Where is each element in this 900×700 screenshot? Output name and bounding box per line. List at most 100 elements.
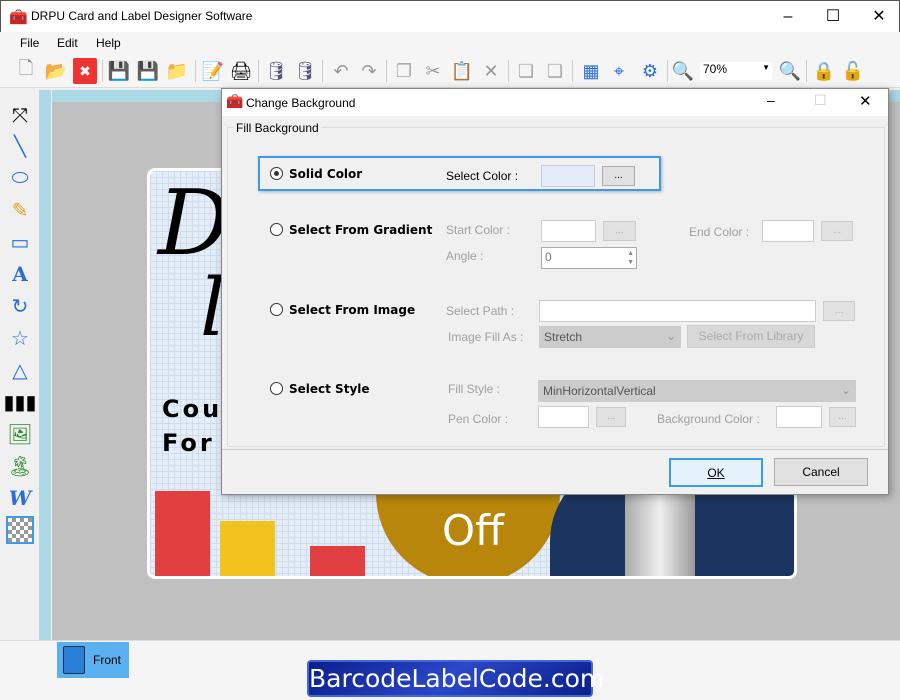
gradient-radio[interactable] bbox=[270, 223, 283, 236]
style-radio[interactable] bbox=[270, 382, 283, 395]
group-label: Fill Background bbox=[234, 121, 321, 135]
star-tool-icon[interactable]: ☆ bbox=[6, 324, 34, 352]
dialog-maximize-button: ☐ bbox=[814, 92, 827, 108]
style-label: Select Style bbox=[289, 382, 370, 396]
gradient-label: Select From Gradient bbox=[289, 223, 433, 237]
export-icon[interactable]: 📁 bbox=[165, 58, 189, 84]
fill-style-select: MinHorizontalVertical ⌄ bbox=[538, 380, 856, 402]
drawing-tools: ⤧ ╲ ⬭ ✎ ▭ A ↻ ☆ △ ▮▮▮ 🖼 🏝 W bbox=[0, 90, 38, 640]
maximize-button[interactable]: ☐ bbox=[813, 5, 853, 29]
pencil-tool-icon[interactable]: ✎ bbox=[6, 196, 34, 224]
gift-box bbox=[155, 491, 210, 576]
lock-icon[interactable]: 🔒 bbox=[812, 58, 836, 84]
start-color-swatch bbox=[541, 220, 596, 242]
close-button[interactable]: ✕ bbox=[859, 5, 899, 29]
pen-color-label: Pen Color : bbox=[448, 412, 509, 426]
menu-file[interactable]: File bbox=[20, 36, 39, 50]
background-color-button: ... bbox=[829, 407, 856, 427]
properties-icon[interactable]: 📝 bbox=[201, 58, 225, 84]
image-radio[interactable] bbox=[270, 303, 283, 316]
tab-front-label: Front bbox=[93, 653, 122, 667]
barcode-tool-icon[interactable]: ▮▮▮ bbox=[3, 388, 36, 416]
line-tool-icon[interactable]: ╲ bbox=[6, 132, 34, 160]
app-title: DRPU Card and Label Designer Software bbox=[31, 9, 253, 23]
watermark-logo: BarcodeLabelCode.com bbox=[307, 660, 604, 697]
image-fill-select: Stretch ⌄ bbox=[539, 326, 681, 348]
menu-edit[interactable]: Edit bbox=[57, 36, 78, 50]
image-fill-as-label: Image Fill As : bbox=[448, 330, 524, 344]
delete-icon[interactable]: ✕ bbox=[479, 58, 503, 84]
change-background-dialog: 🧰 Change Background – ☐ ✕ Fill Backgroun… bbox=[221, 88, 889, 495]
app-icon: 🧰 bbox=[9, 9, 28, 26]
solid-color-radio[interactable] bbox=[270, 167, 283, 180]
zoom-select[interactable]: 70% ▼ bbox=[700, 62, 772, 80]
tab-front[interactable]: Front bbox=[57, 642, 129, 678]
database-icon[interactable]: 🛢 bbox=[293, 58, 317, 84]
fill-style-value: MinHorizontalVertical bbox=[543, 384, 656, 398]
select-path-button: ... bbox=[823, 301, 855, 321]
background-tool-icon[interactable] bbox=[6, 516, 34, 544]
dialog-close-button[interactable]: ✕ bbox=[859, 92, 872, 110]
curve-tool-icon[interactable]: ↻ bbox=[6, 292, 34, 320]
fit-icon[interactable]: ⌖ bbox=[607, 58, 631, 84]
zoom-in-icon[interactable]: 🔍 bbox=[671, 58, 695, 84]
dialog-minimize-button[interactable]: – bbox=[767, 92, 775, 108]
bring-front-icon[interactable]: ❏ bbox=[514, 58, 538, 84]
pen-color-swatch bbox=[538, 406, 589, 428]
select-color-button[interactable]: ... bbox=[602, 166, 635, 186]
start-color-button: ... bbox=[603, 221, 636, 241]
database-add-icon[interactable]: 🛢 bbox=[264, 58, 288, 84]
center-icon[interactable]: ⚙ bbox=[638, 58, 662, 84]
background-color-label: Background Color : bbox=[657, 412, 760, 426]
copy-icon[interactable]: ❐ bbox=[392, 58, 416, 84]
chevron-down-icon: ⌄ bbox=[840, 383, 851, 397]
background-color-swatch bbox=[776, 406, 822, 428]
open-icon[interactable]: 📂 bbox=[44, 58, 68, 84]
wordart-tool-icon[interactable]: W bbox=[6, 484, 34, 512]
select-color-swatch[interactable] bbox=[541, 165, 595, 187]
unlock-icon[interactable]: 🔓 bbox=[841, 58, 865, 84]
cut-icon[interactable]: ✂ bbox=[421, 58, 445, 84]
new-icon[interactable]: 🗋 bbox=[14, 58, 38, 84]
title-bar: 🧰 DRPU Card and Label Designer Software … bbox=[0, 0, 900, 32]
select-tool-icon[interactable]: ⤧ bbox=[6, 102, 34, 130]
image-library-icon[interactable]: 🏝 bbox=[6, 452, 34, 480]
rectangle-tool-icon[interactable]: ▭ bbox=[6, 228, 34, 256]
zoom-out-icon[interactable]: 🔍 bbox=[778, 58, 802, 84]
save-as-icon[interactable]: 💾 bbox=[136, 58, 160, 84]
save-icon[interactable]: 💾 bbox=[107, 58, 131, 84]
select-path-label: Select Path : bbox=[446, 304, 515, 318]
minimize-button[interactable]: – bbox=[768, 5, 808, 29]
page-icon bbox=[63, 646, 85, 674]
paste-icon[interactable]: 📋 bbox=[450, 58, 474, 84]
end-color-button: ... bbox=[821, 221, 853, 241]
angle-label: Angle : bbox=[446, 249, 484, 263]
dialog-title: Change Background bbox=[246, 96, 356, 110]
select-path-input bbox=[539, 300, 816, 322]
send-back-icon[interactable]: ❏ bbox=[543, 58, 567, 84]
fill-style-label: Fill Style : bbox=[448, 382, 501, 396]
ellipse-tool-icon[interactable]: ⬭ bbox=[6, 164, 34, 192]
ok-button[interactable]: OK bbox=[669, 458, 763, 487]
cancel-button[interactable]: Cancel bbox=[774, 458, 868, 486]
redo-icon[interactable]: ↷ bbox=[357, 58, 381, 84]
print-icon[interactable]: 🖨 bbox=[229, 58, 253, 84]
discount-text: Off bbox=[442, 506, 504, 555]
select-color-label: Select Color : bbox=[446, 169, 519, 183]
spinner-arrows-icon: ▲ ▼ bbox=[627, 250, 634, 266]
undo-icon[interactable]: ↶ bbox=[329, 58, 353, 84]
solid-color-label: Solid Color bbox=[289, 167, 363, 181]
chevron-down-icon: ⌄ bbox=[665, 329, 676, 343]
menu-help[interactable]: Help bbox=[96, 36, 121, 50]
angle-spinner: 0 ▲ ▼ bbox=[541, 247, 637, 269]
close-file-icon[interactable]: ✖ bbox=[73, 58, 97, 84]
start-color-label: Start Color : bbox=[446, 223, 511, 237]
text-tool-icon[interactable]: A bbox=[6, 260, 34, 288]
angle-value: 0 bbox=[545, 250, 552, 264]
grid-icon[interactable]: ▦ bbox=[579, 58, 603, 84]
gift-box bbox=[220, 521, 275, 576]
pen-color-button: ... bbox=[596, 407, 626, 427]
image-tool-icon[interactable]: 🖼 bbox=[6, 420, 34, 448]
vertical-ruler bbox=[39, 90, 51, 640]
triangle-tool-icon[interactable]: △ bbox=[6, 356, 34, 384]
